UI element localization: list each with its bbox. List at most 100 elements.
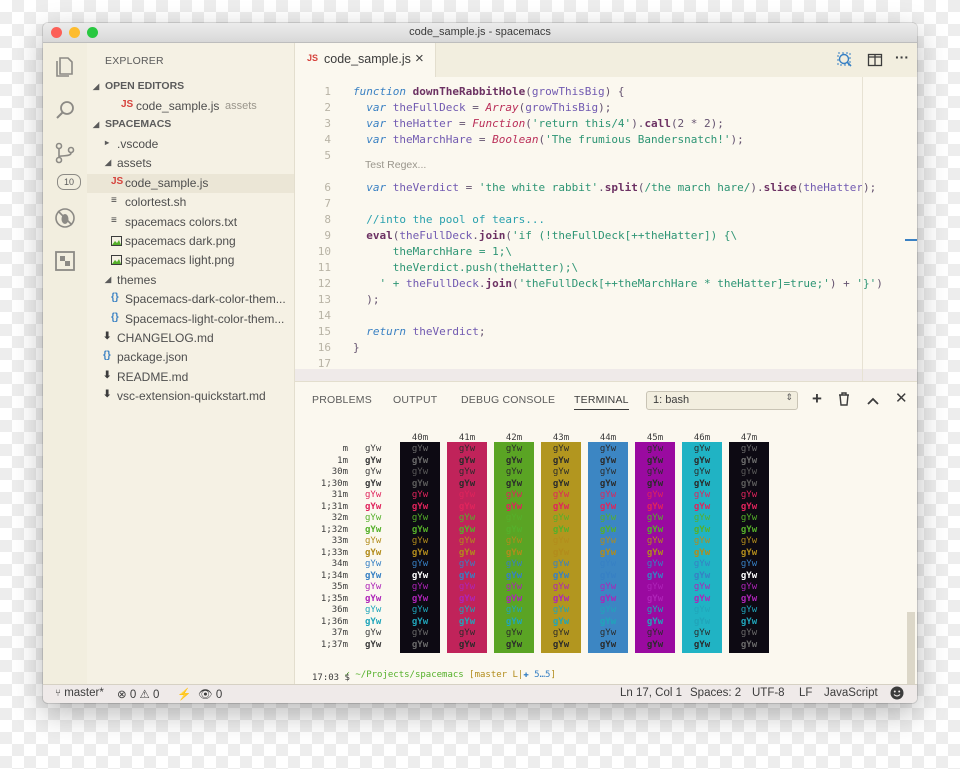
tree-file[interactable]: {} package.json: [87, 348, 294, 367]
tree-item-label: package.json: [117, 350, 188, 365]
watchers-status[interactable]: 👁 0: [198, 687, 222, 701]
tree-file[interactable]: ⬇ vsc-extension-quickstart.md: [87, 387, 294, 406]
js-file-icon: JS: [111, 175, 124, 187]
tree-file[interactable]: ⬇ README.md: [87, 368, 294, 387]
tab-code-sample[interactable]: JS code_sample.js ×: [295, 43, 436, 77]
code-token: 'if (!theFullDeck[++theHatter]) {\: [511, 229, 738, 242]
extensions-icon[interactable]: [53, 249, 77, 273]
window-title: code_sample.js - spacemacs: [409, 26, 551, 38]
code-token: return: [366, 325, 413, 338]
branch-name: master*: [64, 687, 104, 699]
color-sample: gYw: [458, 513, 476, 523]
open-editor-name: code_sample.js: [136, 99, 220, 113]
source-control-icon[interactable]: [53, 141, 77, 165]
editor-group: JS code_sample.js × ··· 1 function downTh…: [295, 43, 917, 403]
code-token: theFullDeck: [392, 101, 466, 114]
explorer-sidebar: EXPLORER ◢ OPEN EDITORS JS code_sample.j…: [87, 43, 295, 684]
color-sample: gYw: [458, 444, 476, 454]
fg-color-label: 31m: [331, 490, 348, 500]
color-sample: gYw: [505, 559, 523, 569]
tree-folder[interactable]: ◢ themes: [87, 271, 294, 290]
tree-folder[interactable]: ▸ .vscode: [87, 135, 294, 154]
open-editors-section[interactable]: ◢ OPEN EDITORS: [87, 78, 294, 97]
project-section[interactable]: ◢ SPACEMACS: [87, 116, 294, 135]
more-actions-icon[interactable]: ···: [895, 49, 909, 65]
code-token: join: [485, 277, 512, 290]
color-sample: gYw: [693, 478, 711, 489]
color-sample: gYw: [646, 593, 664, 604]
lightning-icon[interactable]: ⚡: [177, 687, 191, 701]
color-sample: gYw: [365, 478, 382, 489]
open-editor-folder: assets: [225, 100, 257, 112]
code-token: 'return this/4': [531, 117, 632, 130]
color-sample: gYw: [365, 616, 382, 627]
color-sample: gYw: [411, 593, 429, 604]
tree-item-label: .vscode: [117, 137, 159, 151]
color-sample: gYw: [552, 639, 570, 650]
json-file-icon: {}: [103, 350, 111, 362]
tree-file[interactable]: spacemacs dark.png: [87, 232, 294, 251]
tree-file[interactable]: JS code_sample.js: [87, 173, 294, 193]
color-sample: gYw: [740, 467, 758, 477]
tree-file[interactable]: {} Spacemacs-dark-color-them...: [87, 290, 294, 309]
encoding-status[interactable]: UTF-8: [752, 687, 785, 699]
chevron-down-icon: ◢: [93, 82, 100, 91]
open-editor-item[interactable]: JS code_sample.js assets: [87, 97, 294, 116]
code-text: var theFullDeck = Array(growThisBig);: [353, 101, 611, 114]
line-number: 12: [317, 277, 331, 290]
branch-status[interactable]: ⑂ master*: [55, 687, 104, 699]
color-sample: gYw: [599, 490, 617, 500]
indentation-status[interactable]: Spaces: 2: [690, 687, 741, 699]
code-token: ): [876, 277, 883, 290]
color-sample: gYw: [740, 444, 758, 454]
tree-file[interactable]: spacemacs light.png: [87, 251, 294, 270]
debug-icon[interactable]: [53, 206, 77, 230]
open-changes-icon[interactable]: [837, 52, 853, 73]
code-token: theMarchHare: [392, 133, 473, 146]
codelens-test-regex[interactable]: Test Regex...: [365, 159, 426, 171]
code-line: 8 //into the pool of tears...: [295, 213, 917, 229]
color-sample: gYw: [365, 570, 382, 581]
tree-file[interactable]: ≡ spacemacs colors.txt: [87, 213, 294, 232]
tree-file[interactable]: ⬇ CHANGELOG.md: [87, 329, 294, 348]
prompt-git-branch: [master L|: [463, 670, 524, 680]
color-sample: gYw: [646, 605, 664, 615]
split-editor-icon[interactable]: [867, 52, 883, 73]
tree-file[interactable]: {} Spacemacs-light-color-them...: [87, 310, 294, 329]
color-sample: gYw: [740, 616, 758, 627]
code-line: 9 eval(theFullDeck.join('if (!theFullDec…: [295, 229, 917, 245]
language-mode[interactable]: JavaScript: [824, 687, 878, 699]
tree-file[interactable]: ≡ colortest.sh: [87, 193, 294, 212]
terminal-output[interactable]: 40m 41m 42m 43m 44m 45m 46m 47m m gYw gYw gYw gYw gYw…: [295, 382, 917, 685]
code-text: return theVerdict;: [353, 325, 485, 338]
code-editor[interactable]: 1 function downTheRabbitHole(growThisBig)…: [295, 77, 917, 403]
cursor-position[interactable]: Ln 17, Col 1: [620, 687, 682, 699]
color-sample: gYw: [693, 444, 711, 454]
search-icon[interactable]: [53, 98, 77, 122]
color-sample: gYw: [599, 501, 617, 512]
color-sample: gYw: [505, 570, 523, 581]
feedback-smiley-icon[interactable]: [890, 686, 904, 703]
color-sample: gYw: [552, 455, 570, 466]
color-sample: gYw: [693, 536, 711, 546]
color-sample: gYw: [365, 536, 382, 546]
code-line: 13 );: [295, 293, 917, 309]
warning-count: 0: [152, 689, 160, 701]
eol-status[interactable]: LF: [799, 687, 812, 699]
code-token: function: [353, 85, 413, 98]
color-sample: gYw: [599, 536, 617, 546]
tree-folder[interactable]: ◢ assets: [87, 154, 294, 173]
color-sample: gYw: [599, 559, 617, 569]
files-icon[interactable]: [53, 55, 77, 79]
prompt-git-end: ]: [550, 670, 556, 680]
fg-color-label: m: [342, 444, 348, 454]
project-label: SPACEMACS: [105, 118, 172, 130]
color-sample: gYw: [365, 605, 382, 615]
close-tab-icon[interactable]: ×: [415, 50, 424, 67]
terminal-scrollbar[interactable]: [907, 612, 915, 685]
problems-status[interactable]: ⊗ 0 ⚠ 0: [117, 687, 159, 701]
overview-ruler: [862, 77, 863, 403]
error-icon: ⊗: [117, 689, 127, 701]
